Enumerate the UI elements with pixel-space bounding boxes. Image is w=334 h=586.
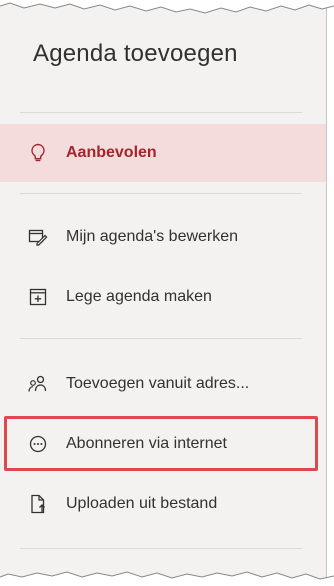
upload-file-icon [28, 494, 48, 514]
menu-item-recommended[interactable]: Aanbevolen [0, 124, 326, 182]
menu-item-label: Lege agenda maken [66, 288, 212, 305]
edit-calendar-icon [28, 227, 48, 247]
torn-edge-top [0, 0, 334, 14]
divider [20, 112, 302, 113]
menu-item-label: Mijn agenda's bewerken [66, 228, 239, 245]
divider [20, 338, 302, 339]
people-icon [28, 374, 48, 394]
add-calendar-icon [28, 287, 48, 307]
menu-item-label: Uploaden uit bestand [66, 495, 218, 512]
divider [20, 548, 302, 549]
menu-item-upload-from-file[interactable]: Uploaden uit bestand [0, 475, 326, 533]
panel-title: Agenda toevoegen [33, 40, 238, 67]
divider [20, 193, 302, 194]
highlight-annotation [4, 416, 318, 471]
menu-item-new-blank-calendar[interactable]: Lege agenda maken [0, 268, 326, 326]
menu-item-edit-calendars[interactable]: Mijn agenda's bewerken [0, 208, 326, 266]
menu-item-label: Aanbevolen [66, 144, 157, 161]
menu-item-label: Toevoegen vanuit adres... [66, 375, 250, 392]
menu-item-add-from-directory[interactable]: Toevoegen vanuit adres... [0, 355, 326, 413]
add-calendar-panel: Agenda toevoegen Aanbevolen Mijn agenda'… [0, 0, 327, 586]
torn-edge-bottom [0, 571, 334, 586]
lightbulb-icon [28, 143, 48, 163]
